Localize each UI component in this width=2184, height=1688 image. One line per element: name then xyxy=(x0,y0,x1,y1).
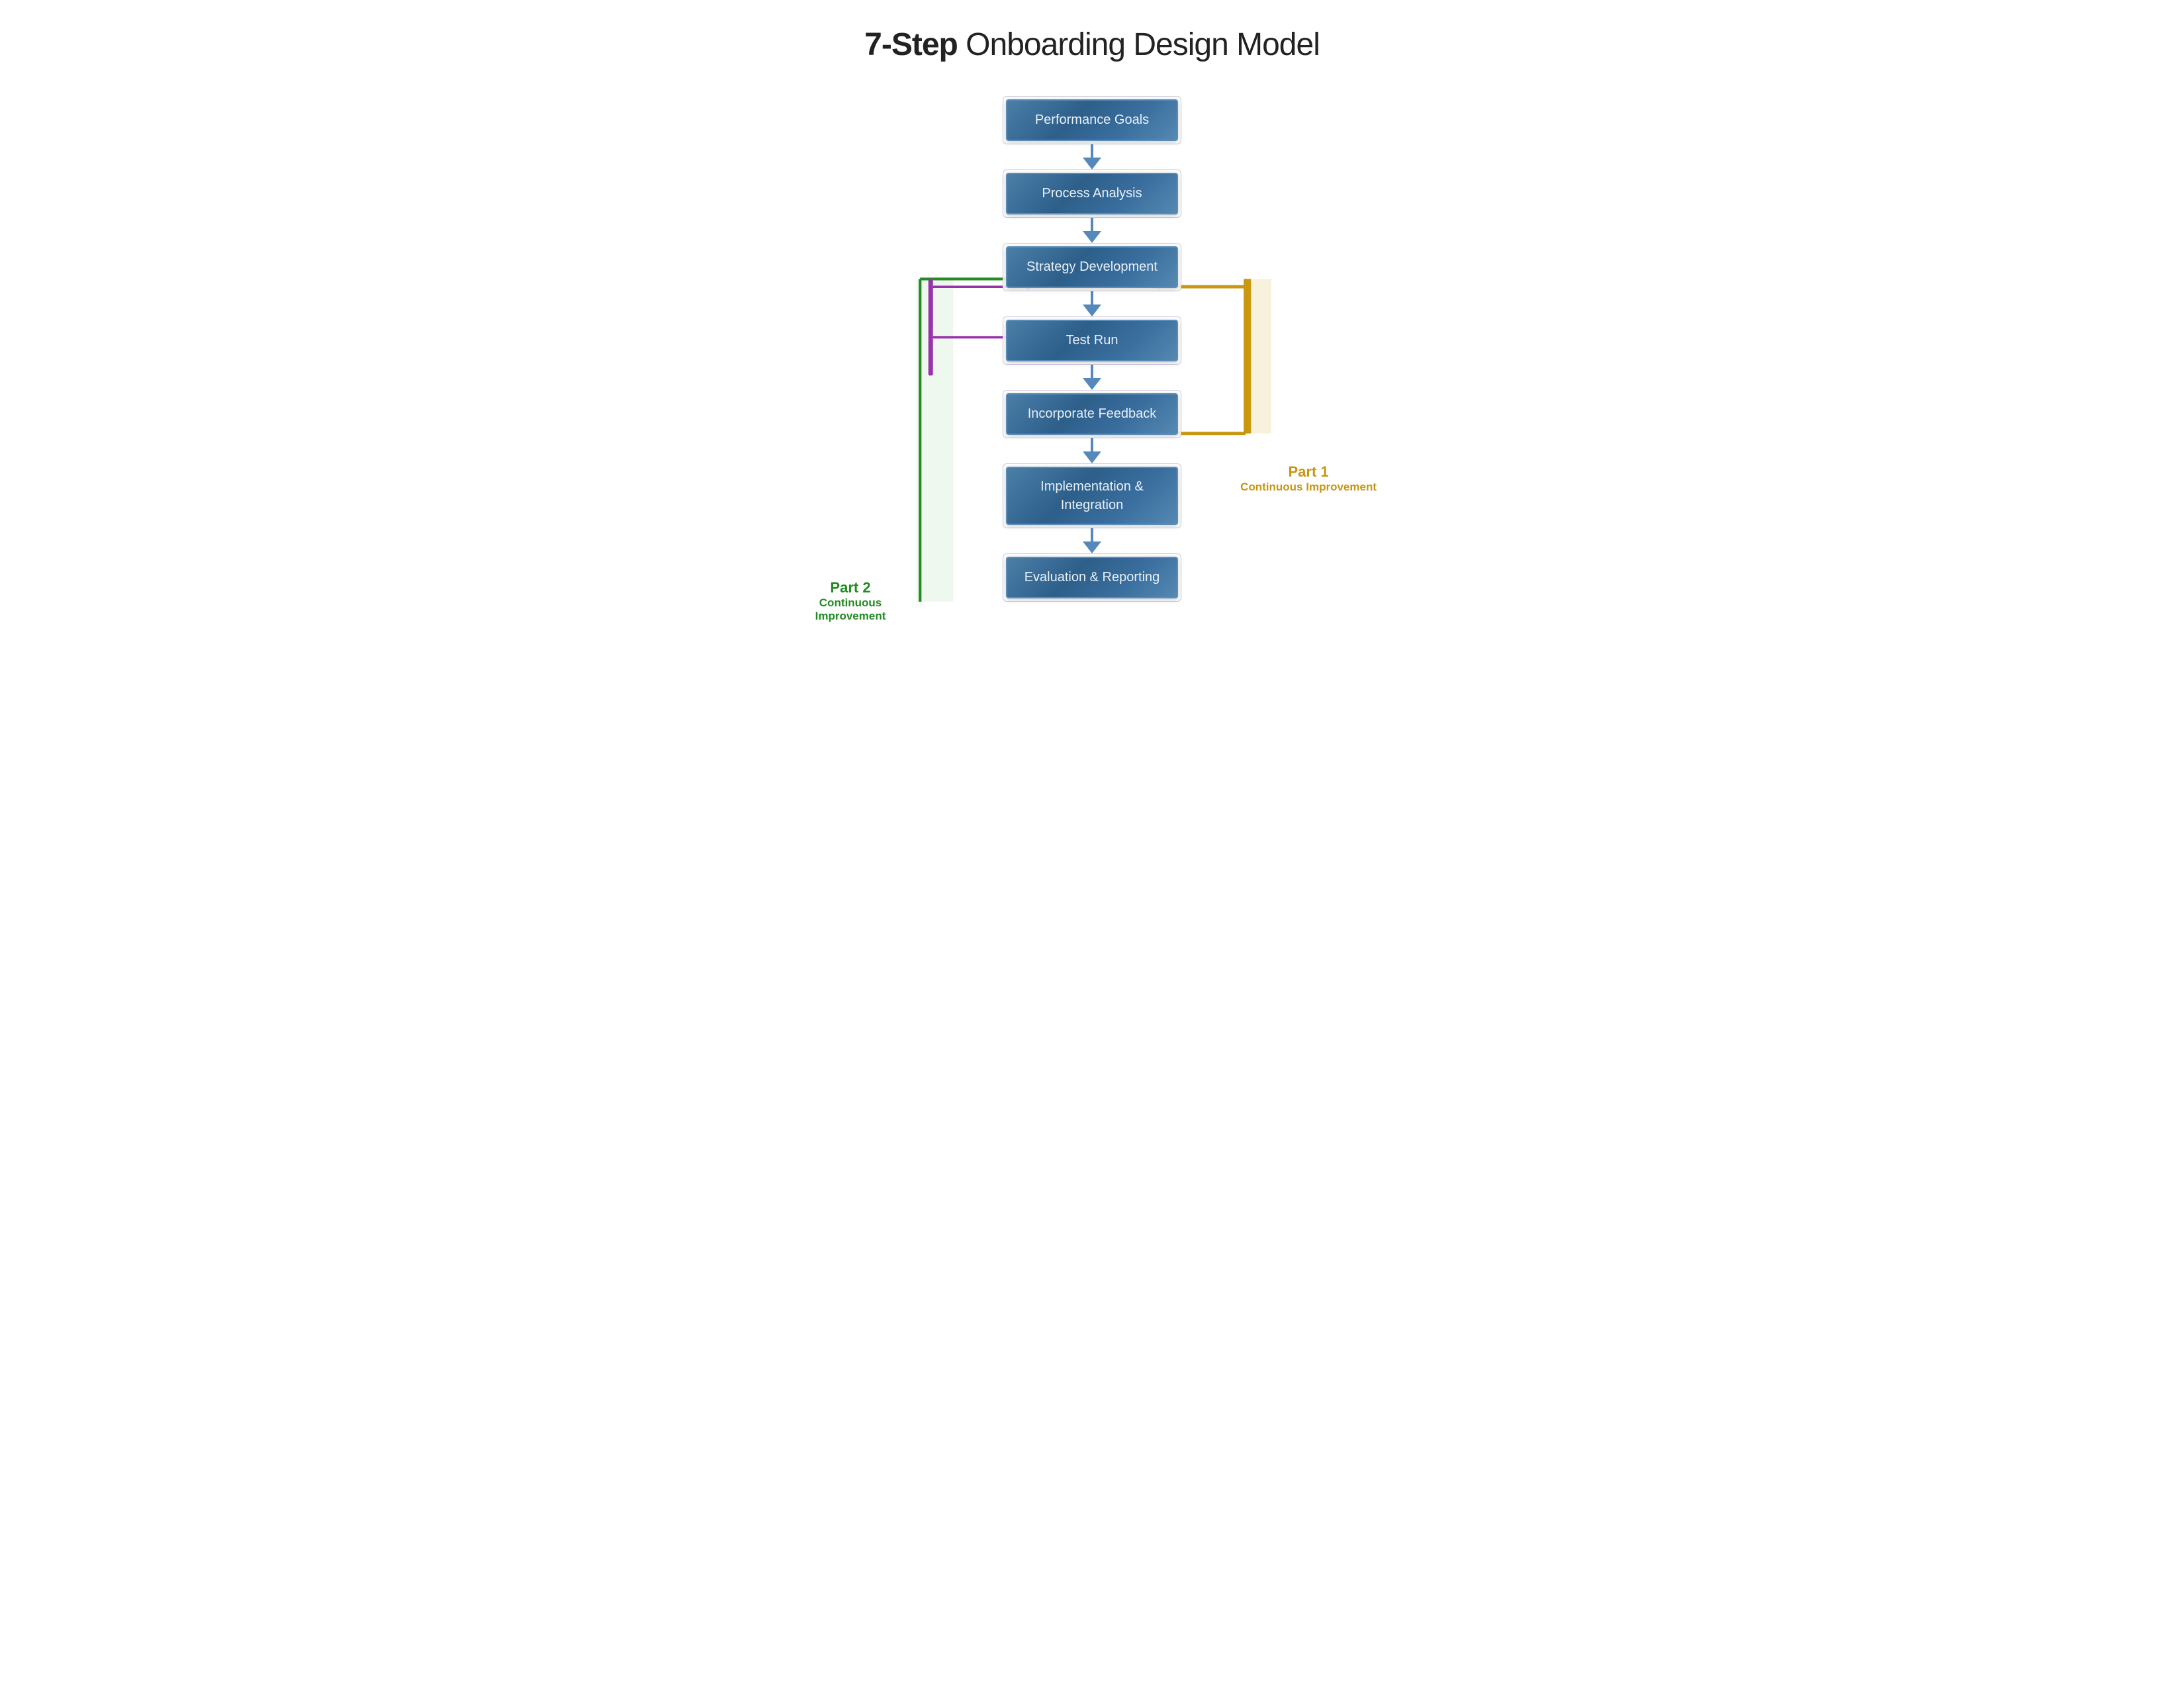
steps-column: Performance Goals Process Analysis xyxy=(1003,96,1181,602)
diagram-area: Part 1 Continuous Improvement Part 2 Con… xyxy=(794,96,1390,602)
arrow-1 xyxy=(1083,158,1101,169)
title-regular: Onboarding Design Model xyxy=(958,27,1320,62)
step-6-wrapper: Implementation & Integration xyxy=(1003,463,1181,528)
line-6 xyxy=(1091,528,1093,541)
part2-title: Part 2 xyxy=(807,579,893,596)
connector-6-7 xyxy=(1083,528,1101,553)
line-5 xyxy=(1091,438,1093,451)
step-2-item: Process Analysis xyxy=(1003,169,1181,218)
step-4-label: Test Run xyxy=(1066,333,1118,348)
step-7-box: Evaluation & Reporting xyxy=(1006,557,1178,598)
arrow-6 xyxy=(1083,541,1101,553)
connector-5-6 xyxy=(1083,438,1101,463)
part2-subtitle: Continuous Improvement xyxy=(807,596,893,623)
connector-3-4 xyxy=(1083,291,1101,316)
step-7-wrapper: Evaluation & Reporting xyxy=(1003,553,1181,602)
step-3-item: Strategy Development xyxy=(1003,243,1181,291)
connector-4-5 xyxy=(1083,365,1101,390)
step-6-item: Implementation & Integration xyxy=(1003,463,1181,528)
step-6-box: Implementation & Integration xyxy=(1006,467,1178,525)
line-3 xyxy=(1091,291,1093,305)
title-bold: 7-Step xyxy=(864,27,958,62)
connector-2-3 xyxy=(1083,218,1101,243)
step-7-item: Evaluation & Reporting xyxy=(1003,553,1181,602)
connector-1-2 xyxy=(1083,144,1101,169)
arrow-4 xyxy=(1083,378,1101,390)
arrow-3 xyxy=(1083,305,1101,316)
step-5-box: Incorporate Feedback xyxy=(1006,393,1178,435)
step-7-label: Evaluation & Reporting xyxy=(1024,570,1160,585)
part2-label: Part 2 Continuous Improvement xyxy=(807,579,893,623)
step-3-label: Strategy Development xyxy=(1026,259,1158,274)
line-2 xyxy=(1091,218,1093,231)
page-container: 7-Step Onboarding Design Model xyxy=(794,26,1390,602)
step-4-item: Test Run xyxy=(1003,316,1181,365)
step-3-wrapper: Strategy Development xyxy=(1003,243,1181,291)
step-2-wrapper: Process Analysis xyxy=(1003,169,1181,218)
part1-title: Part 1 xyxy=(1240,463,1377,481)
step-5-item: Incorporate Feedback xyxy=(1003,390,1181,438)
arrow-2 xyxy=(1083,231,1101,243)
step-1-wrapper: Performance Goals xyxy=(1003,96,1181,144)
step-2-label: Process Analysis xyxy=(1042,186,1142,201)
arrow-5 xyxy=(1083,451,1101,463)
step-1-item: Performance Goals xyxy=(1003,96,1181,144)
step-1-box: Performance Goals xyxy=(1006,99,1178,141)
step-3-box: Strategy Development xyxy=(1006,246,1178,288)
step-1-label: Performance Goals xyxy=(1035,113,1149,127)
line-1 xyxy=(1091,144,1093,158)
step-5-label: Incorporate Feedback xyxy=(1028,406,1157,421)
part1-label: Part 1 Continuous Improvement xyxy=(1240,463,1377,494)
step-5-wrapper: Incorporate Feedback xyxy=(1003,390,1181,438)
step-4-wrapper: Test Run xyxy=(1003,316,1181,365)
page-title: 7-Step Onboarding Design Model xyxy=(794,26,1390,63)
step-4-box: Test Run xyxy=(1006,320,1178,361)
part1-subtitle: Continuous Improvement xyxy=(1240,481,1377,494)
step-2-box: Process Analysis xyxy=(1006,173,1178,214)
step-6-label: Implementation & Integration xyxy=(1040,479,1144,512)
line-4 xyxy=(1091,365,1093,378)
